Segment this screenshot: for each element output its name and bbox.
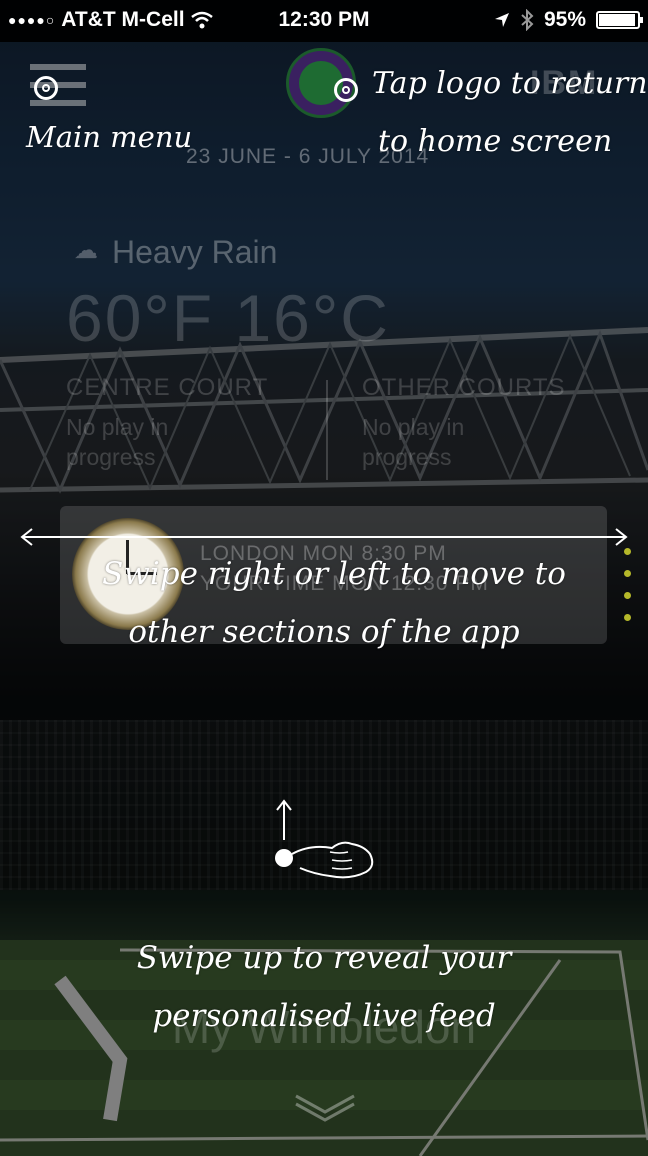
cloud-rain-icon: ☁	[74, 236, 98, 264]
page-dot	[624, 592, 631, 599]
status-bar: ●●●●○ AT&T M-Cell 12:30 PM 95%	[0, 0, 648, 42]
battery-percent: 95%	[543, 8, 586, 31]
app-screen: ●●●●○ AT&T M-Cell 12:30 PM 95% IBM 23 JU…	[0, 0, 648, 1156]
up-arrow-icon	[276, 799, 292, 840]
annotation-swipe-line2: other sections of the app	[128, 614, 520, 650]
chevron-down-icon[interactable]	[292, 1090, 358, 1122]
temperature: 60°F 16°C	[66, 281, 390, 355]
weather-condition: Heavy Rain	[112, 234, 278, 270]
centre-court-status[interactable]: CENTRE COURT No play in progress	[66, 374, 268, 472]
bluetooth-icon	[521, 9, 534, 31]
other-courts-title: OTHER COURTS	[362, 374, 566, 401]
annotation-logo-line1: Tap logo to return	[372, 66, 648, 101]
annotation-up-line1: Swipe up to reveal your	[136, 940, 512, 976]
other-courts-status[interactable]: OTHER COURTS No play in progress	[362, 374, 566, 472]
annotation-logo-line2: to home screen	[378, 124, 613, 159]
tap-target-marker	[34, 76, 58, 100]
annotation-main-menu: Main menu	[26, 120, 193, 154]
battery-fill	[599, 14, 635, 26]
horizontal-swipe-arrow-icon	[20, 528, 628, 546]
status-right: 95%	[494, 8, 643, 32]
tap-target-marker	[334, 78, 358, 102]
annotation-up-line2: personalised live feed	[152, 998, 496, 1034]
pointing-hand-icon	[275, 841, 374, 879]
centre-court-title: CENTRE COURT	[66, 374, 269, 401]
centre-court-text: No play in progress	[66, 414, 169, 470]
menu-bar-icon	[30, 100, 86, 106]
court-divider	[326, 380, 328, 480]
annotation-swipe-line1: Swipe right or left to move to	[102, 556, 566, 592]
other-courts-text: No play in progress	[362, 414, 465, 470]
location-arrow-icon	[494, 13, 509, 27]
menu-bar-icon	[30, 64, 86, 70]
battery-icon	[596, 11, 643, 29]
page-dot	[624, 548, 631, 555]
